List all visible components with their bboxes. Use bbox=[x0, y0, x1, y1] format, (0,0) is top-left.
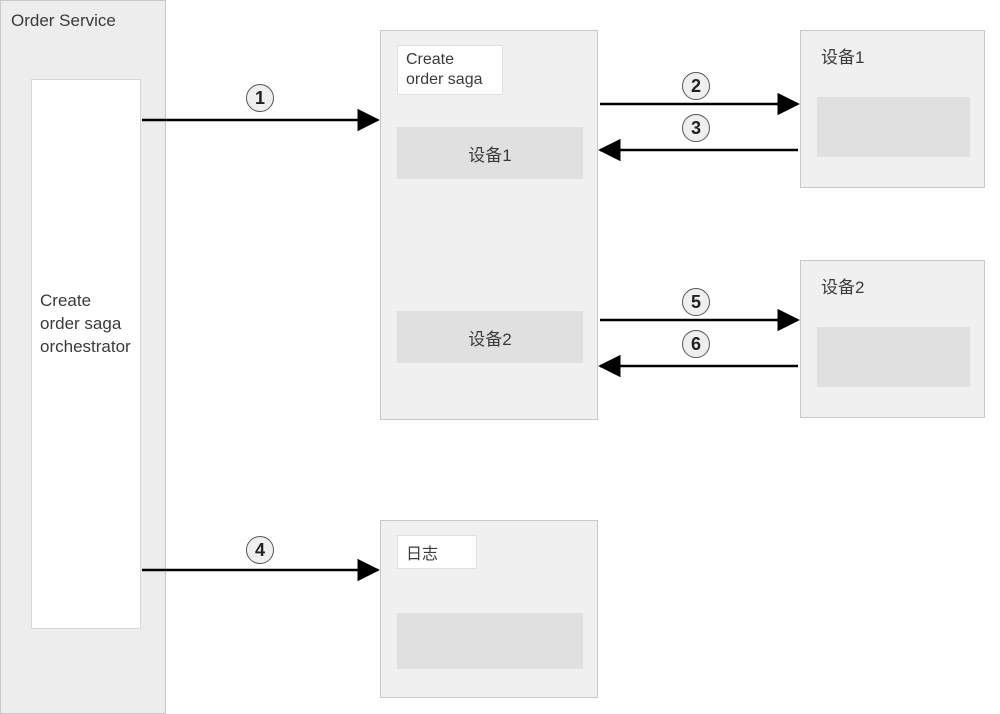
step-4-label: 4 bbox=[255, 540, 265, 561]
device1-title: 设备1 bbox=[821, 43, 864, 68]
orchestrator-box: Create order saga orchestrator bbox=[31, 79, 141, 629]
saga-device1-label: 设备1 bbox=[468, 141, 511, 166]
device2-title: 设备2 bbox=[821, 273, 864, 298]
step-1-badge: 1 bbox=[246, 84, 274, 112]
step-6-badge: 6 bbox=[682, 330, 710, 358]
saga-device1-chip: 设备1 bbox=[397, 127, 583, 179]
step-6-label: 6 bbox=[691, 334, 701, 355]
step-5-badge: 5 bbox=[682, 288, 710, 316]
step-3-badge: 3 bbox=[682, 114, 710, 142]
order-service-title: Order Service bbox=[11, 11, 116, 31]
step-1-label: 1 bbox=[255, 88, 265, 109]
saga-device2-chip: 设备2 bbox=[397, 311, 583, 363]
device1-inner-chip bbox=[817, 97, 970, 157]
step-5-label: 5 bbox=[691, 292, 701, 313]
saga-title: Create order saga bbox=[406, 50, 494, 90]
log-title-box: 日志 bbox=[397, 535, 477, 569]
order-service-box: Order Service Create order saga orchestr… bbox=[0, 0, 166, 714]
device1-box: 设备1 bbox=[800, 30, 985, 188]
saga-box: Create order saga 设备1 设备2 bbox=[380, 30, 598, 420]
saga-device2-label: 设备2 bbox=[468, 325, 511, 350]
step-2-label: 2 bbox=[691, 76, 701, 97]
log-title: 日志 bbox=[406, 546, 438, 563]
saga-title-box: Create order saga bbox=[397, 45, 503, 95]
orchestrator-label: Create order saga orchestrator bbox=[40, 290, 131, 359]
step-3-label: 3 bbox=[691, 118, 701, 139]
log-inner-chip bbox=[397, 613, 583, 669]
device2-inner-chip bbox=[817, 327, 970, 387]
step-2-badge: 2 bbox=[682, 72, 710, 100]
device2-box: 设备2 bbox=[800, 260, 985, 418]
log-box: 日志 bbox=[380, 520, 598, 698]
step-4-badge: 4 bbox=[246, 536, 274, 564]
